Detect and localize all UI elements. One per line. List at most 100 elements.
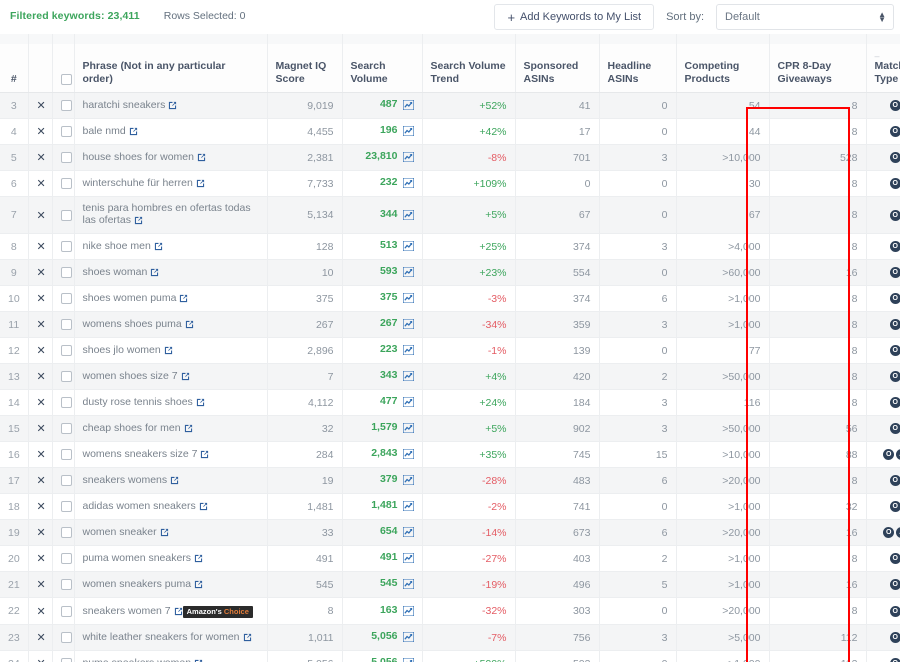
x-icon[interactable]: ✕ — [37, 501, 46, 513]
line-chart-icon[interactable] — [402, 604, 414, 619]
row-checkbox[interactable] — [60, 371, 72, 383]
external-link-icon[interactable] — [168, 101, 177, 113]
row-checkbox[interactable] — [60, 632, 72, 644]
row-remove-cell[interactable]: ✕ — [28, 337, 53, 364]
match-type-badge-o[interactable]: O — [889, 579, 900, 591]
search-volume-cell[interactable]: 232 — [342, 170, 423, 197]
row-checkbox[interactable] — [60, 397, 72, 409]
keyword-phrase-cell[interactable]: puma women sneakers — [74, 545, 268, 572]
add-keywords-button[interactable]: + Add Keywords to My List — [494, 4, 655, 30]
row-remove-cell[interactable]: ✕ — [28, 545, 53, 572]
match-type-cell[interactable]: O — [866, 467, 900, 494]
row-select-cell[interactable] — [52, 311, 75, 338]
search-volume-cell[interactable]: 267 — [342, 311, 423, 338]
match-type-cell[interactable]: O — [866, 415, 900, 442]
match-type-badge-o[interactable]: O — [883, 527, 895, 539]
row-select-cell[interactable] — [52, 196, 75, 234]
column-header-index[interactable]: # — [0, 44, 29, 93]
match-type-badge-o[interactable]: O — [889, 423, 900, 435]
row-checkbox[interactable] — [60, 449, 72, 461]
match-type-cell[interactable]: O — [866, 650, 900, 662]
search-volume-cell[interactable]: 196 — [342, 118, 423, 145]
stepper-arrows-icon[interactable]: ▲ ▼ — [878, 11, 886, 24]
table-row[interactable]: 10 ✕ shoes women puma 375 375 -3% 374 6 >1,000 8 O — [0, 285, 900, 312]
row-checkbox[interactable] — [60, 241, 72, 253]
external-link-icon[interactable] — [170, 476, 179, 488]
keyword-phrase-cell[interactable]: bale nmd — [74, 118, 268, 145]
select-all-checkbox[interactable] — [60, 73, 72, 85]
row-remove-cell[interactable]: ✕ — [28, 311, 53, 338]
row-select-cell[interactable] — [52, 170, 75, 197]
table-row[interactable]: 21 ✕ women sneakers puma 545 545 -19% 496 5 >1,0… — [0, 571, 900, 598]
row-checkbox[interactable] — [60, 152, 72, 164]
x-icon[interactable]: ✕ — [37, 126, 46, 138]
keyword-phrase-cell[interactable]: winterschuhe für herren — [74, 170, 268, 197]
table-row[interactable]: 17 ✕ sneakers womens 19 379 -28% 483 6 >20,000 8 O — [0, 467, 900, 494]
external-link-icon[interactable] — [179, 294, 188, 306]
x-icon[interactable]: ✕ — [37, 178, 46, 190]
external-link-icon[interactable] — [200, 450, 209, 462]
row-checkbox[interactable] — [60, 501, 72, 513]
row-remove-cell[interactable]: ✕ — [28, 363, 53, 390]
match-type-badge-o[interactable]: O — [889, 152, 900, 164]
line-chart-icon[interactable] — [402, 292, 414, 306]
row-remove-cell[interactable]: ✕ — [28, 493, 53, 520]
match-type-badge-o[interactable]: O — [889, 553, 900, 565]
row-checkbox[interactable] — [60, 605, 72, 617]
row-remove-cell[interactable]: ✕ — [28, 571, 53, 598]
keyword-phrase-cell[interactable]: adidas women sneakers — [74, 493, 268, 520]
external-link-icon[interactable] — [134, 216, 143, 228]
line-chart-icon[interactable] — [402, 208, 414, 223]
match-type-badge-o[interactable]: O — [889, 293, 900, 305]
line-chart-icon[interactable] — [402, 396, 414, 410]
match-type-cell[interactable]: O — [866, 259, 900, 286]
line-chart-icon[interactable] — [402, 500, 414, 514]
keyword-phrase-cell[interactable]: haratchi sneakers — [74, 92, 268, 119]
x-icon[interactable]: ✕ — [37, 423, 46, 435]
row-select-cell[interactable] — [52, 92, 75, 119]
keyword-table-container[interactable]: # Phrase (Not in any particular order) M… — [0, 34, 900, 662]
row-remove-cell[interactable]: ✕ — [28, 624, 53, 651]
keyword-phrase-cell[interactable]: house shoes for women — [74, 144, 268, 171]
x-icon[interactable]: ✕ — [37, 449, 46, 461]
match-type-cell[interactable]: O — [866, 233, 900, 260]
row-remove-cell[interactable]: ✕ — [28, 92, 53, 119]
external-link-icon[interactable] — [243, 633, 252, 645]
row-remove-cell[interactable]: ✕ — [28, 415, 53, 442]
table-row[interactable]: 4 ✕ bale nmd 4,455 196 +42% 17 0 44 8 O — [0, 118, 900, 145]
table-row[interactable]: 8 ✕ nike shoe men 128 513 +25% 374 3 >4,000 8 O — [0, 233, 900, 260]
match-type-badge-o[interactable]: O — [889, 501, 900, 513]
row-select-cell[interactable] — [52, 285, 75, 312]
external-link-icon[interactable] — [194, 580, 203, 592]
row-checkbox[interactable] — [60, 178, 72, 190]
search-volume-cell[interactable]: 513 — [342, 233, 423, 260]
row-checkbox[interactable] — [60, 527, 72, 539]
match-type-badge-o[interactable]: O — [889, 397, 900, 409]
x-icon[interactable]: ✕ — [37, 152, 46, 164]
x-icon[interactable]: ✕ — [37, 527, 46, 539]
match-type-badge-a[interactable]: A — [896, 527, 900, 539]
keyword-phrase-cell[interactable]: shoes women puma — [74, 285, 268, 312]
external-link-icon[interactable] — [185, 320, 194, 332]
search-volume-cell[interactable]: 487 — [342, 92, 423, 119]
line-chart-icon[interactable] — [402, 125, 414, 139]
row-remove-cell[interactable]: ✕ — [28, 285, 53, 312]
external-link-icon[interactable] — [150, 268, 159, 280]
column-header-cpr-8-day-giveaways[interactable]: CPR 8-Day Giveaways — [769, 44, 867, 93]
line-chart-icon[interactable] — [402, 99, 414, 113]
sort-by-select[interactable]: Default — [716, 4, 894, 30]
search-volume-cell[interactable]: 5,056 — [342, 650, 423, 662]
match-type-badge-o[interactable]: O — [889, 209, 900, 221]
external-link-icon[interactable] — [197, 153, 206, 165]
match-type-cell[interactable]: O — [866, 92, 900, 119]
match-type-badge-o[interactable]: O — [889, 658, 900, 662]
column-header-search-volume[interactable]: Search Volume — [342, 44, 423, 93]
line-chart-icon[interactable] — [402, 370, 414, 384]
row-select-cell[interactable] — [52, 389, 75, 416]
row-select-cell[interactable] — [52, 337, 75, 364]
match-type-cell[interactable]: O — [866, 597, 900, 625]
match-type-badge-o[interactable]: O — [889, 475, 900, 487]
line-chart-icon[interactable] — [402, 578, 414, 592]
search-volume-cell[interactable]: 163 — [342, 597, 423, 625]
search-volume-cell[interactable]: 593 — [342, 259, 423, 286]
